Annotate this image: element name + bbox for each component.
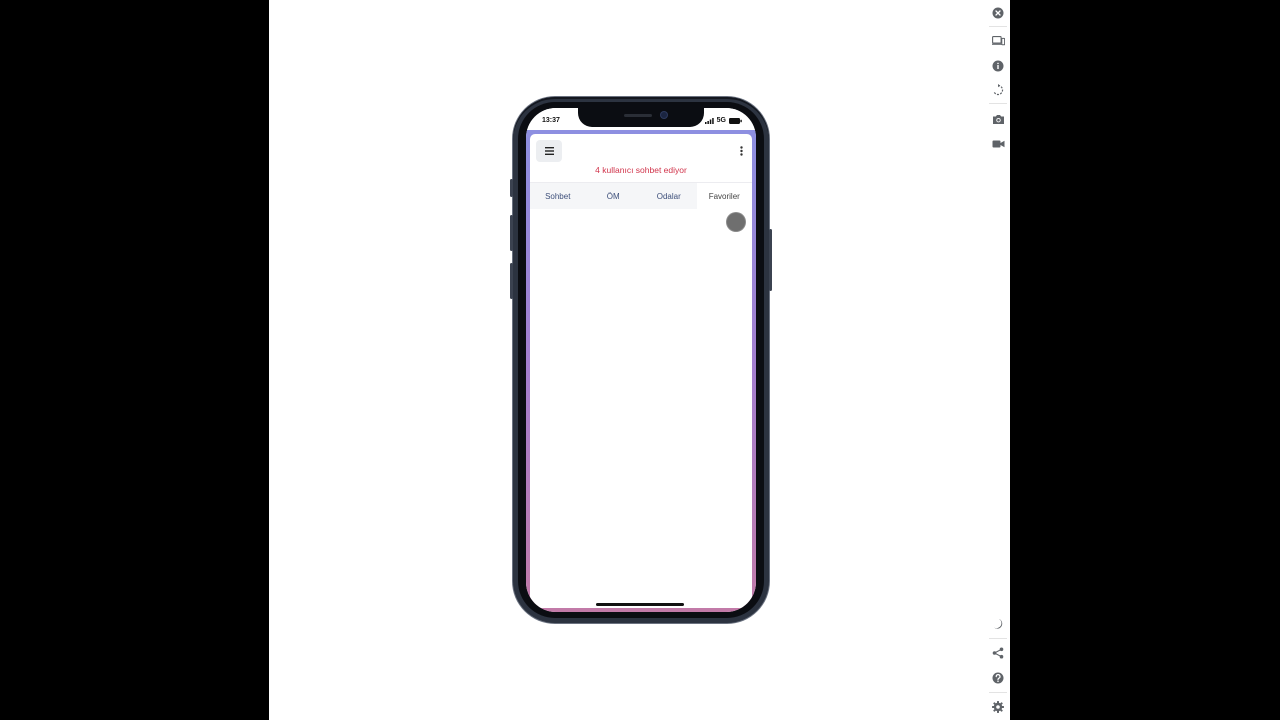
more-options-button[interactable]: [736, 143, 746, 159]
signal-icon: [704, 117, 714, 124]
info-icon: [992, 60, 1004, 72]
device-button[interactable]: [989, 32, 1007, 50]
tab-om[interactable]: ÖM: [586, 183, 642, 209]
power-button: [769, 229, 772, 291]
battery-icon: [729, 117, 742, 124]
record-button[interactable]: [989, 135, 1007, 153]
status-time: 13:37: [542, 117, 560, 124]
settings-button[interactable]: [989, 698, 1007, 716]
help-button[interactable]: [989, 669, 1007, 687]
screenshot-button[interactable]: [989, 110, 1007, 128]
volume-down-button: [510, 263, 513, 299]
simulator-toolbar: [987, 0, 1009, 720]
toolbar-separator: [989, 103, 1007, 104]
close-icon: [992, 7, 1004, 19]
tab-favoriler[interactable]: Favoriler: [696, 183, 752, 209]
hamburger-menu-icon: [544, 147, 554, 155]
share-icon: [992, 647, 1004, 659]
kebab-menu-icon: [739, 146, 743, 156]
front-camera: [661, 112, 667, 118]
share-button[interactable]: [989, 644, 1007, 662]
phone-notch: [578, 108, 704, 127]
toolbar-separator: [989, 692, 1007, 693]
close-button[interactable]: [989, 4, 1007, 22]
phone-screen: 13:37 5G 4 kullanıcı sohbet ediyor Sohbe…: [526, 108, 756, 612]
hamburger-menu-button[interactable]: [536, 140, 562, 162]
earpiece: [624, 114, 652, 117]
rotate-button[interactable]: [989, 81, 1007, 99]
mute-switch: [510, 179, 513, 197]
home-indicator[interactable]: [596, 603, 684, 606]
device-icon: [991, 36, 1005, 46]
camera-icon: [992, 114, 1004, 124]
toolbar-separator: [989, 638, 1007, 639]
info-button[interactable]: [989, 57, 1007, 75]
volume-up-button: [510, 215, 513, 251]
dark-mode-icon: [994, 619, 1003, 629]
toolbar-separator: [989, 26, 1007, 27]
tab-bar: Sohbet ÖM Odalar Favoriler: [530, 182, 752, 209]
settings-icon: [992, 701, 1004, 713]
simulator-stage: 13:37 5G 4 kullanıcı sohbet ediyor Sohbe…: [269, 0, 1010, 720]
phone-frame: 13:37 5G 4 kullanıcı sohbet ediyor Sohbe…: [510, 97, 772, 623]
tab-odalar[interactable]: Odalar: [641, 183, 697, 209]
chat-app: 4 kullanıcı sohbet ediyor Sohbet ÖM Odal…: [530, 134, 752, 608]
video-icon: [992, 140, 1004, 148]
rotate-icon: [993, 84, 1004, 96]
online-users-text: 4 kullanıcı sohbet ediyor: [595, 165, 687, 175]
app-gradient-frame: 4 kullanıcı sohbet ediyor Sohbet ÖM Odal…: [526, 130, 756, 612]
help-icon: [992, 672, 1004, 684]
dark-mode-button[interactable]: [989, 615, 1007, 633]
floating-circle-button[interactable]: [727, 213, 745, 231]
status-indicators: 5G: [704, 117, 742, 124]
tab-sohbet[interactable]: Sohbet: [530, 183, 586, 209]
network-label: 5G: [716, 117, 726, 124]
